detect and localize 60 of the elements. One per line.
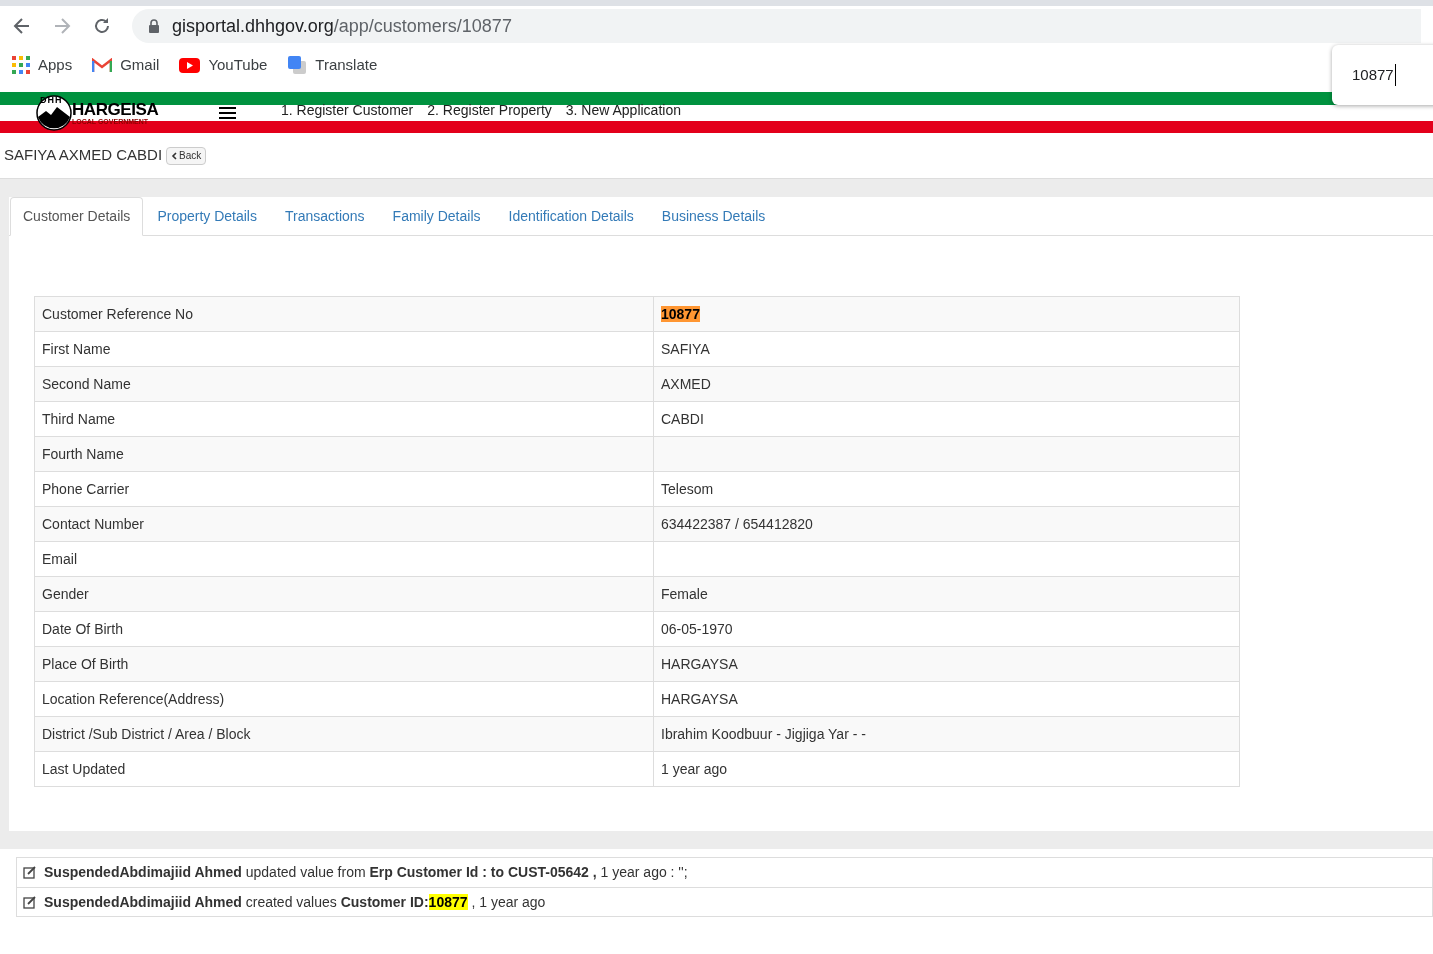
field-label: Contact Number bbox=[42, 516, 144, 532]
nav-link[interactable]: 1. Register Customer bbox=[281, 103, 414, 117]
bookmark-link[interactable]: Apps bbox=[12, 53, 73, 77]
field-value: 06-05-1970 bbox=[661, 621, 733, 637]
field-label: Phone Carrier bbox=[42, 481, 130, 497]
field-label: Last Updated bbox=[42, 761, 126, 777]
play-icon bbox=[179, 57, 201, 73]
tab[interactable]: Family Details bbox=[378, 197, 495, 235]
field-value: AXMED bbox=[661, 376, 711, 392]
tab[interactable]: Transactions bbox=[270, 197, 379, 235]
field-value: CABDI bbox=[661, 411, 704, 427]
log-entry: SuspendedAbdimajiid Ahmed created values Customer ID:10877 , 1 year ago bbox=[44, 892, 546, 912]
edit-icon bbox=[23, 895, 36, 909]
logo-letter: H bbox=[47, 96, 54, 105]
tab[interactable]: Business Details bbox=[647, 197, 780, 235]
field-label: Date Of Birth bbox=[42, 621, 123, 637]
field-value: 1 year ago bbox=[661, 761, 728, 777]
back-button[interactable]: Back bbox=[166, 146, 207, 165]
field-label: Place Of Birth bbox=[42, 656, 129, 672]
field-label: Location Reference(Address) bbox=[42, 691, 225, 707]
field-value: HARGAYSA bbox=[661, 691, 738, 707]
nav-link[interactable]: 2. Register Property bbox=[427, 103, 552, 117]
bookmark-link[interactable]: Translate bbox=[287, 53, 378, 77]
menu-icon[interactable] bbox=[219, 107, 236, 119]
field-value: HARGAYSA bbox=[661, 656, 738, 672]
log-entry: SuspendedAbdimajiid Ahmed updated value from Erp Customer Id : to CUST-05642 , 1 year ago : ''; bbox=[44, 863, 688, 882]
field-label: Fourth Name bbox=[42, 446, 124, 462]
nav-link[interactable]: 3. New Application bbox=[565, 103, 681, 117]
field-label: Third Name bbox=[42, 411, 116, 427]
field-value: 10877 bbox=[661, 306, 700, 322]
field-label: District /Sub District / Area / Block bbox=[42, 726, 251, 742]
logo-title: HARGEISA bbox=[72, 101, 159, 118]
apps-grid-icon bbox=[12, 56, 30, 74]
tab[interactable]: Identification Details bbox=[494, 197, 648, 235]
address-bar[interactable]: gisportal.dhhgov.org/app/customers/10877 bbox=[132, 9, 1421, 43]
field-value: Ibrahim Koodbuur - Jigjiga Yar - - bbox=[661, 726, 866, 742]
bookmark-link[interactable]: YouTube bbox=[179, 53, 268, 77]
field-label: Second Name bbox=[42, 376, 131, 392]
customer-name: SAFIYA AXMED CABDI bbox=[4, 145, 163, 166]
lock-icon bbox=[148, 19, 160, 33]
field-value: SAFIYA bbox=[661, 341, 710, 357]
field-value: Female bbox=[661, 586, 708, 602]
mail-icon bbox=[92, 57, 113, 73]
edit-icon bbox=[23, 866, 36, 879]
bookmark-link[interactable]: Gmail bbox=[92, 53, 160, 77]
chevron-left-icon bbox=[171, 151, 178, 160]
back-icon[interactable] bbox=[12, 16, 32, 36]
field-label: First Name bbox=[42, 341, 111, 357]
tab[interactable]: Property Details bbox=[143, 197, 271, 235]
translate-icon bbox=[287, 55, 308, 75]
tab[interactable]: Customer Details bbox=[10, 197, 144, 236]
field-value: Telesom bbox=[661, 481, 714, 497]
logo-emblem-icon bbox=[36, 95, 72, 131]
field-value: 634422387 / 654412820 bbox=[661, 516, 813, 532]
reload-icon[interactable] bbox=[92, 16, 112, 36]
field-label: Customer Reference No bbox=[42, 306, 193, 322]
field-label: Gender bbox=[42, 586, 89, 602]
find-box[interactable]: 10877 bbox=[1332, 45, 1433, 105]
field-label: Email bbox=[42, 551, 77, 567]
url-text: gisportal.dhhgov.org/app/customers/10877 bbox=[172, 14, 512, 38]
